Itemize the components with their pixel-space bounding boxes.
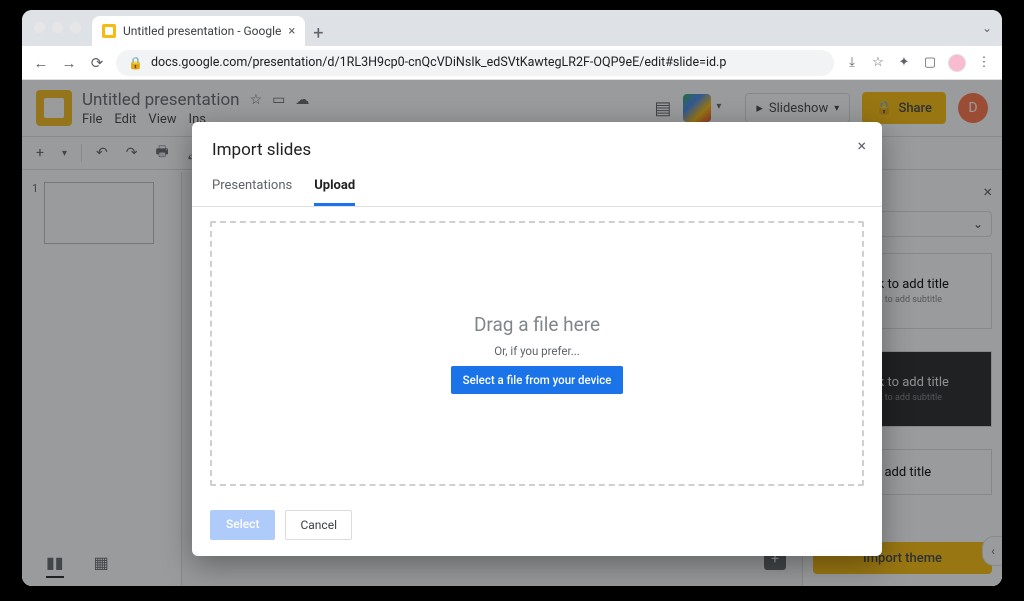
close-window-icon[interactable] — [34, 22, 45, 33]
select-button-label: Select — [226, 517, 259, 531]
modal-close-icon[interactable]: × — [857, 136, 866, 155]
reload-icon[interactable]: ⟳ — [88, 54, 106, 72]
install-app-icon[interactable]: ⤓ — [844, 55, 860, 71]
minimize-window-icon[interactable] — [52, 22, 63, 33]
tab-presentations[interactable]: Presentations — [212, 170, 292, 206]
tabs-overflow-icon[interactable]: ⌄ — [982, 21, 992, 35]
browser-address-bar: ← → ⟳ 🔒 docs.google.com/presentation/d/1… — [22, 46, 1002, 80]
back-icon[interactable]: ← — [32, 54, 50, 72]
browser-tabstrip: Untitled presentation - Google × + ⌄ — [22, 10, 1002, 46]
new-tab-button[interactable]: + — [305, 20, 331, 46]
tab-title: Untitled presentation - Google — [123, 24, 281, 38]
select-button[interactable]: Select — [210, 510, 275, 540]
tab-close-icon[interactable]: × — [288, 24, 295, 39]
profile-avatar-icon[interactable] — [948, 54, 966, 72]
modal-tabs: Presentations Upload — [192, 170, 882, 207]
tab-upload[interactable]: Upload — [314, 170, 355, 206]
url-text: docs.google.com/presentation/d/1RL3H9cp0… — [151, 55, 726, 70]
lock-icon: 🔒 — [128, 56, 143, 70]
file-drop-area[interactable]: Drag a file here Or, if you prefer... Se… — [210, 221, 864, 486]
slides-favicon-icon — [102, 24, 116, 38]
star-icon[interactable]: ☆ — [870, 55, 886, 71]
extensions-icon[interactable]: ✦ — [896, 55, 912, 71]
mac-traffic-lights — [34, 22, 81, 33]
extension-square-icon[interactable]: ▢ — [922, 55, 938, 71]
import-slides-modal: Import slides × Presentations Upload Dra… — [192, 122, 882, 556]
select-file-button[interactable]: Select a file from your device — [451, 366, 624, 394]
modal-title: Import slides — [192, 122, 882, 170]
drop-subtext: Or, if you prefer... — [494, 344, 580, 358]
url-field[interactable]: 🔒 docs.google.com/presentation/d/1RL3H9c… — [116, 50, 834, 76]
select-file-label: Select a file from your device — [463, 373, 612, 387]
forward-icon[interactable]: → — [60, 54, 78, 72]
modal-footer: Select Cancel — [192, 500, 882, 556]
drop-heading: Drag a file here — [474, 313, 600, 336]
browser-window: Untitled presentation - Google × + ⌄ ← →… — [22, 10, 1002, 586]
maximize-window-icon[interactable] — [70, 22, 81, 33]
cancel-button-label: Cancel — [300, 518, 337, 532]
kebab-menu-icon[interactable]: ⋮ — [976, 55, 992, 71]
cancel-button[interactable]: Cancel — [285, 510, 352, 540]
browser-tab-active[interactable]: Untitled presentation - Google × — [92, 16, 305, 46]
